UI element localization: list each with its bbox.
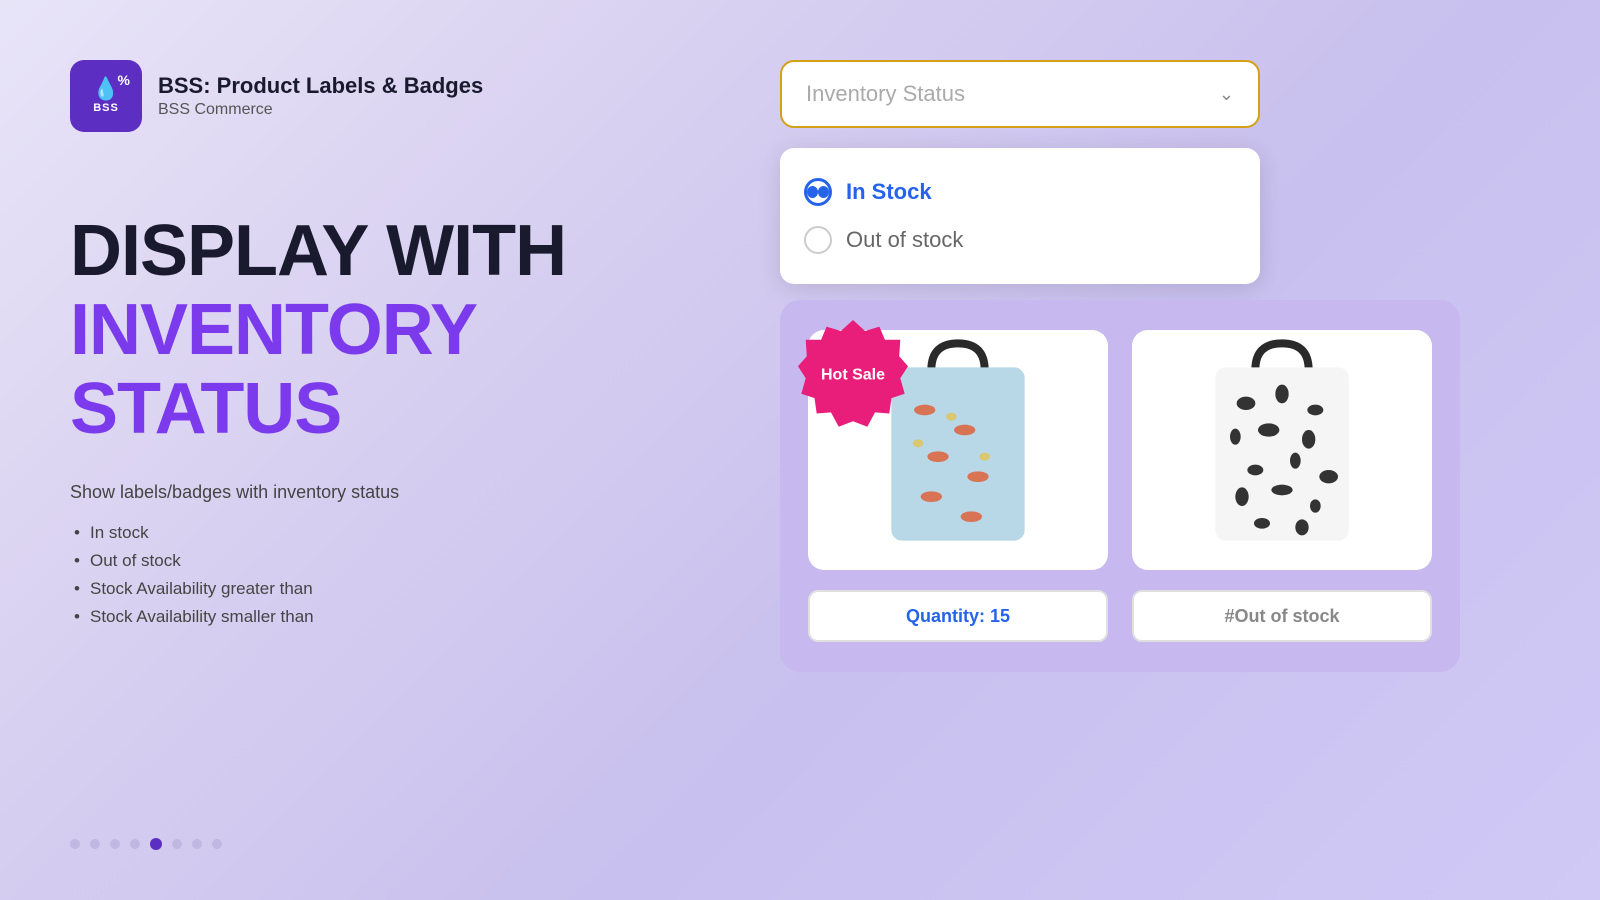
dot-4[interactable] — [130, 839, 140, 849]
inventory-status-dropdown[interactable]: Inventory Status ⌄ — [780, 60, 1260, 128]
description-text: Show labels/badges with inventory status — [70, 482, 610, 503]
radio-option-out-of-stock[interactable]: Out of stock — [804, 216, 1236, 264]
radio-label-out-of-stock: Out of stock — [846, 227, 963, 253]
feature-list: In stock Out of stock Stock Availability… — [70, 519, 610, 631]
radio-circle-unselected[interactable] — [804, 226, 832, 254]
dot-2[interactable] — [90, 839, 100, 849]
main-heading: DISPLAY WITH INVENTORY STATUS — [70, 212, 610, 450]
tote-bag-2-image — [1132, 330, 1432, 570]
left-panel: % 💧 BSS BSS: Product Labels & Badges BSS… — [0, 0, 680, 900]
product-cards-row: Hot Sale — [808, 330, 1432, 570]
dot-1[interactable] — [70, 839, 80, 849]
drop-icon: 💧 — [92, 78, 119, 100]
radio-label-in-stock: In Stock — [846, 179, 932, 205]
product-labels-row: Quantity: 15 #Out of stock — [808, 590, 1432, 642]
product-card-1: Hot Sale — [808, 330, 1108, 570]
product-showcase-panel: Hot Sale — [780, 300, 1460, 672]
product-label-out-of-stock: #Out of stock — [1132, 590, 1432, 642]
pagination-dots — [70, 838, 222, 850]
dot-8[interactable] — [212, 839, 222, 849]
logo-area: % 💧 BSS BSS: Product Labels & Badges BSS… — [70, 60, 610, 132]
dropdown-options-panel: In Stock Out of stock — [780, 148, 1260, 284]
product-label-quantity: Quantity: 15 — [808, 590, 1108, 642]
feature-item: Stock Availability greater than — [70, 575, 610, 603]
radio-circle-selected[interactable] — [804, 178, 832, 206]
product-card-2 — [1132, 330, 1432, 570]
feature-item: In stock — [70, 519, 610, 547]
radio-option-in-stock[interactable]: In Stock — [804, 168, 1236, 216]
dot-6[interactable] — [172, 839, 182, 849]
right-panel: Inventory Status ⌄ In Stock Out of stock — [700, 0, 1600, 900]
dot-5-active[interactable] — [150, 838, 162, 850]
heading-line3: STATUS — [70, 370, 610, 449]
hot-sale-badge: Hot Sale — [798, 320, 908, 430]
app-name: BSS: Product Labels & Badges — [158, 73, 483, 99]
feature-item: Stock Availability smaller than — [70, 603, 610, 631]
dot-3[interactable] — [110, 839, 120, 849]
dropdown-placeholder: Inventory Status — [806, 81, 965, 107]
dropdown-container: Inventory Status ⌄ — [780, 60, 1260, 128]
hot-sale-label: Hot Sale — [821, 365, 885, 384]
heading-line2: INVENTORY — [70, 291, 610, 370]
chevron-down-icon: ⌄ — [1219, 84, 1234, 105]
logo-info: BSS: Product Labels & Badges BSS Commerc… — [158, 73, 483, 119]
feature-item: Out of stock — [70, 547, 610, 575]
percent-icon: % — [118, 72, 130, 88]
heading-line1: DISPLAY WITH — [70, 212, 610, 291]
app-vendor: BSS Commerce — [158, 101, 483, 119]
dot-7[interactable] — [192, 839, 202, 849]
app-logo-icon: % 💧 BSS — [70, 60, 142, 132]
bss-label: BSS — [93, 102, 119, 114]
